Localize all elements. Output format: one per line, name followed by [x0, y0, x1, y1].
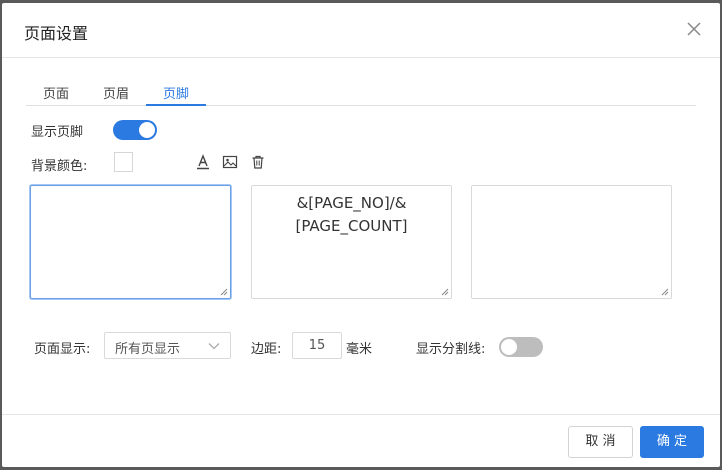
close-icon[interactable] — [686, 21, 702, 37]
trash-icon[interactable] — [250, 154, 266, 170]
text-color-icon[interactable] — [195, 154, 211, 170]
footer-center-line-2: [PAGE_COUNT] — [295, 217, 408, 235]
tab-header[interactable]: 页眉 — [100, 83, 132, 104]
resize-handle-icon[interactable] — [441, 288, 449, 296]
footer-center-line-1: &[PAGE_NO]/& — [296, 194, 407, 212]
cancel-button[interactable]: 取 消 — [568, 426, 633, 458]
image-icon[interactable] — [222, 154, 238, 170]
dialog-title: 页面设置 — [24, 24, 89, 43]
margin-unit: 毫米 — [346, 342, 373, 357]
show-divider-label: 显示分割线: — [416, 342, 486, 357]
resize-handle-icon[interactable] — [661, 288, 669, 296]
tab-page[interactable]: 页面 — [40, 83, 72, 104]
page-display-label: 页面显示: — [34, 342, 91, 357]
margin-input[interactable]: 15 — [292, 332, 342, 359]
page-display-select[interactable]: 所有页显示 — [104, 332, 231, 359]
bg-color-label: 背景颜色: — [31, 159, 88, 174]
page-display-value: 所有页显示 — [115, 342, 181, 357]
dialog-footer: 取 消 确 定 — [2, 414, 720, 467]
tab-bar: 页面 页眉 页脚 — [26, 79, 696, 106]
dialog-header: 页面设置 — [2, 3, 720, 58]
footer-center-textarea[interactable]: &[PAGE_NO]/& [PAGE_COUNT] — [251, 185, 452, 299]
footer-center-text: &[PAGE_NO]/& [PAGE_COUNT] — [252, 192, 451, 238]
footer-left-textarea[interactable] — [30, 185, 231, 299]
show-divider-toggle[interactable] — [499, 337, 543, 357]
bg-color-picker[interactable] — [114, 152, 133, 172]
footer-right-textarea[interactable] — [471, 185, 672, 299]
show-footer-label: 显示页脚 — [31, 125, 84, 140]
toggle-knob — [139, 122, 155, 138]
page-settings-dialog: 页面设置 页面 页眉 页脚 显示页脚 背景颜色: &[PAGE_NO]/& [P… — [2, 3, 720, 467]
resize-handle-icon[interactable] — [220, 288, 228, 296]
tab-footer[interactable]: 页脚 — [146, 83, 206, 106]
chevron-down-icon — [208, 343, 220, 350]
toggle-knob — [501, 339, 517, 355]
show-footer-toggle[interactable] — [113, 120, 157, 140]
ok-button[interactable]: 确 定 — [640, 426, 704, 458]
margin-label: 边距: — [251, 342, 282, 357]
